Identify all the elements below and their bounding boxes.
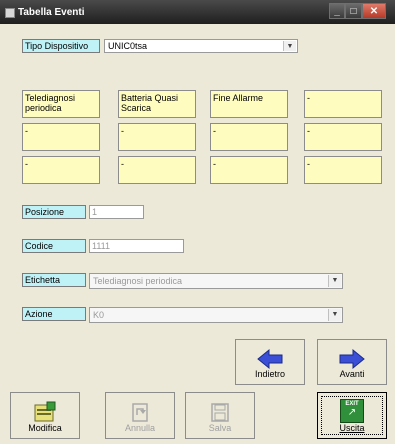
event-slot[interactable]: Telediagnosi periodica [22,90,100,118]
annulla-button[interactable]: Annulla [105,392,175,439]
indietro-label: Indietro [254,369,286,379]
title-bar: Tabella Eventi _ □ ✕ [0,0,395,24]
etichetta-value: Telediagnosi periodica [93,276,183,286]
event-slot[interactable]: - [22,123,100,151]
event-slot[interactable]: - [210,123,288,151]
posizione-field[interactable]: 1 [89,205,144,219]
event-slot[interactable]: - [22,156,100,184]
edit-table-icon [34,401,56,422]
modifica-label: Modifica [28,423,62,433]
chevron-down-icon: ▼ [283,41,296,51]
indietro-button[interactable]: Indietro [235,339,305,385]
tipo-dispositivo-select[interactable]: UNIC0tsa ▼ [104,39,298,53]
etichetta-select[interactable]: Telediagnosi periodica ▼ [89,273,343,289]
tipo-dispositivo-label: Tipo Dispositivo [22,39,100,53]
uscita-button[interactable]: EXIT ↗ Uscita [317,392,387,439]
event-slot[interactable]: - [304,156,382,184]
arrow-up-right-icon: ↗ [347,407,357,418]
app-icon [5,8,15,18]
posizione-label: Posizione [22,205,86,219]
salva-label: Salva [208,423,232,433]
minimize-button[interactable]: _ [329,3,345,19]
codice-label: Codice [22,239,86,253]
maximize-button[interactable]: □ [345,3,362,19]
codice-field[interactable]: 1111 [89,239,184,253]
tabella-eventi-window: Tabella Eventi _ □ ✕ Tipo Dispositivo UN… [0,0,395,444]
event-slot[interactable]: - [118,123,196,151]
annulla-label: Annulla [124,423,156,433]
chevron-down-icon: ▼ [328,275,341,287]
azione-select[interactable]: K0 ▼ [89,307,343,323]
event-slot[interactable]: Batteria Quasi Scarica [118,90,196,118]
uscita-label: Uscita [339,423,365,433]
azione-label: Azione [22,307,86,321]
save-disk-icon [211,403,229,422]
salva-button[interactable]: Salva [185,392,255,439]
avanti-button[interactable]: Avanti [317,339,387,385]
event-slot[interactable]: - [210,156,288,184]
arrow-left-icon [257,348,283,370]
undo-icon [132,403,148,422]
chevron-down-icon: ▼ [328,309,341,321]
close-button[interactable]: ✕ [362,3,386,19]
event-slot[interactable]: - [118,156,196,184]
avanti-label: Avanti [339,369,365,379]
event-slot[interactable]: Fine Allarme [210,90,288,118]
window-title: Tabella Eventi [18,7,85,18]
exit-icon: EXIT ↗ [340,399,364,423]
event-slot[interactable]: - [304,123,382,151]
event-slot[interactable]: - [304,90,382,118]
etichetta-label: Etichetta [22,273,86,287]
tipo-dispositivo-value: UNIC0tsa [108,41,148,51]
azione-value: K0 [93,310,105,320]
arrow-right-icon [339,348,365,370]
modifica-button[interactable]: Modifica [10,392,80,439]
